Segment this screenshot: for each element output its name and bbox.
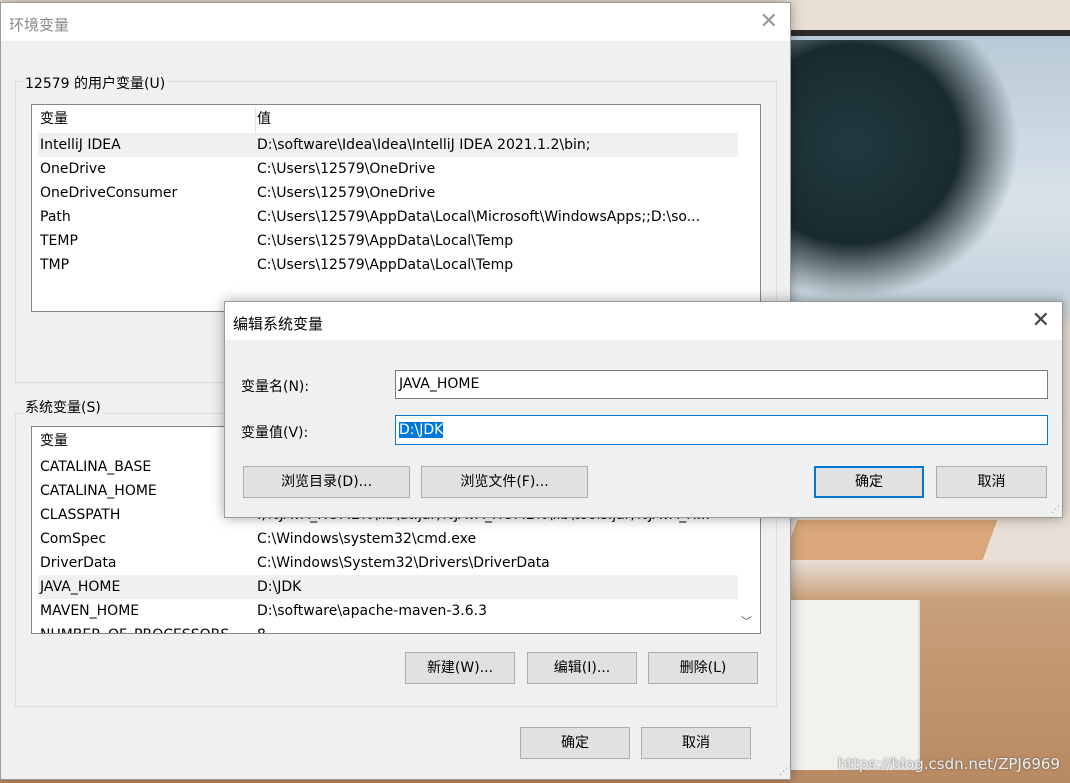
table-row[interactable]: JAVA_HOME D:\JDK (38, 575, 738, 599)
variable-name: CATALINA_BASE (40, 459, 152, 475)
system-vars-label: 系统变量(S) (23, 397, 103, 417)
ok-button[interactable]: 确定 (814, 466, 924, 498)
variable-value: C:\Users\12579\AppData\Local\Microsoft\W… (257, 209, 701, 225)
table-row[interactable]: OneDrive C:\Users\12579\OneDrive (38, 157, 738, 181)
cancel-button[interactable]: 取消 (936, 466, 1047, 498)
table-row[interactable]: NUMBER_OF_PROCESSORS 8 (38, 623, 738, 633)
variable-name: DriverData (40, 555, 117, 571)
variable-name: CATALINA_HOME (40, 483, 157, 499)
variable-name: TMP (40, 257, 70, 273)
wallpaper-horse (780, 40, 1020, 300)
column-divider[interactable] (255, 107, 256, 133)
variable-value: C:\Windows\system32\cmd.exe (257, 531, 477, 547)
wallpaper-desk (782, 520, 998, 560)
close-icon[interactable]: ✕ (1032, 308, 1050, 333)
title-bar: 编辑系统变量 ✕ (225, 302, 1062, 340)
variable-value: C:\Users\12579\AppData\Local\Temp (257, 233, 514, 249)
var-name-label: 变量名(N): (241, 379, 310, 395)
variable-name: OneDriveConsumer (40, 185, 178, 201)
variable-value: D:\software\Idea\Idea\IntelliJ IDEA 2021… (257, 137, 591, 153)
variable-name: ComSpec (40, 531, 107, 547)
delete-button[interactable]: 删除(L) (648, 652, 758, 684)
variable-name: JAVA_HOME (40, 579, 121, 595)
table-row[interactable]: TMP C:\Users\12579\AppData\Local\Temp (38, 253, 738, 277)
title-bar: 环境变量 ✕ (1, 3, 790, 41)
variable-name: MAVEN_HOME (40, 603, 140, 619)
variable-value: C:\Users\12579\AppData\Local\Temp (257, 257, 514, 273)
column-header-variable[interactable]: 变量 (40, 429, 68, 453)
new-button[interactable]: 新建(W)... (405, 652, 515, 684)
variable-value: D:\JDK (257, 579, 302, 595)
edit-button[interactable]: 编辑(I)... (527, 652, 637, 684)
dialog-title: 编辑系统变量 (233, 315, 324, 333)
resize-grip-icon[interactable]: ⋰ (1051, 505, 1060, 515)
variable-name: Path (40, 209, 71, 225)
var-value-input[interactable]: D:\JDK (395, 415, 1048, 445)
variable-value: C:\Users\12579\OneDrive (257, 161, 436, 177)
table-row[interactable]: MAVEN_HOME D:\software\apache-maven-3.6.3 (38, 599, 738, 623)
ok-button[interactable]: 确定 (520, 727, 630, 759)
variable-name: CLASSPATH (40, 507, 121, 523)
table-row[interactable]: DriverData C:\Windows\System32\Drivers\Dr… (38, 551, 738, 575)
variable-value: C:\Windows\System32\Drivers\DriverData (257, 555, 550, 571)
user-vars-label: 12579 的用户变量(U) (23, 73, 168, 93)
var-value-label: 变量值(V): (241, 425, 309, 441)
scroll-down-icon[interactable]: ﹀ (741, 613, 752, 629)
var-name-value: JAVA_HOME (399, 376, 480, 392)
variable-name: IntelliJ IDEA (40, 137, 121, 153)
column-header-variable[interactable]: 变量 (40, 107, 68, 131)
table-row[interactable]: IntelliJ IDEA D:\software\Idea\Idea\Intel… (38, 133, 738, 157)
table-row[interactable]: OneDriveConsumer C:\Users\12579\OneDrive (38, 181, 738, 205)
wallpaper-drawers (790, 600, 920, 770)
variable-name: TEMP (40, 233, 78, 249)
user-vars-list[interactable]: 变量 值 IntelliJ IDEA D:\software\Idea\Idea\In… (31, 104, 761, 312)
cancel-button[interactable]: 取消 (641, 727, 751, 759)
browse-file-button[interactable]: 浏览文件(F)... (421, 466, 588, 498)
resize-grip-icon[interactable]: ⋰ (779, 767, 788, 777)
variable-name: NUMBER_OF_PROCESSORS (40, 623, 229, 633)
table-row[interactable]: ComSpec C:\Windows\system32\cmd.exe (38, 527, 738, 551)
variable-value: C:\Users\12579\OneDrive (257, 185, 436, 201)
browse-directory-button[interactable]: 浏览目录(D)... (243, 466, 410, 498)
watermark: https://blog.csdn.net/ZPJ6969 (837, 755, 1060, 773)
edit-system-var-dialog: 编辑系统变量 ✕ 变量名(N): JAVA_HOME 变量值(V): D:\JD… (224, 301, 1063, 518)
var-name-input[interactable]: JAVA_HOME (395, 370, 1048, 399)
close-icon[interactable]: ✕ (760, 9, 778, 34)
variable-value: D:\software\apache-maven-3.6.3 (257, 603, 487, 619)
dialog-title: 环境变量 (9, 16, 70, 34)
variable-name: OneDrive (40, 161, 106, 177)
column-header-value[interactable]: 值 (257, 107, 271, 131)
table-row[interactable]: Path C:\Users\12579\AppData\Local\Microso… (38, 205, 738, 229)
table-row[interactable]: TEMP C:\Users\12579\AppData\Local\Temp (38, 229, 738, 253)
var-value-value: D:\JDK (399, 422, 444, 438)
variable-value: 8 (257, 623, 266, 633)
list-header: 变量 值 (38, 107, 738, 133)
